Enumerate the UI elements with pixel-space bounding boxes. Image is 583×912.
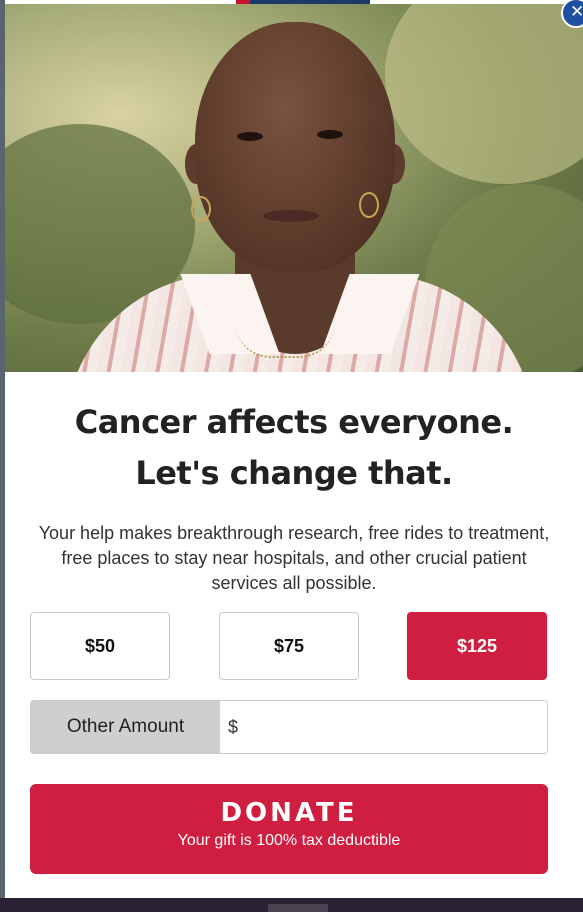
amount-button-50[interactable]: $50 (30, 612, 170, 680)
currency-symbol: $ (228, 716, 239, 737)
other-amount-group: Other Amount $ (30, 700, 548, 754)
donate-sublabel: Your gift is 100% tax deductible (177, 832, 401, 849)
other-amount-label: Other Amount (31, 701, 220, 753)
donation-modal: Cancer affects everyone. Let's change th… (5, 4, 583, 898)
close-icon: ✕ (570, 2, 583, 22)
heading-line-1: Cancer affects everyone. (74, 403, 514, 441)
background-tab (268, 904, 328, 912)
heading-line-2: Let's change that. (135, 454, 453, 492)
amount-button-75[interactable]: $75 (219, 612, 359, 680)
other-amount-input[interactable] (242, 701, 547, 753)
modal-description: Your help makes breakthrough research, f… (38, 523, 550, 593)
modal-heading: Cancer affects everyone. Let's change th… (5, 397, 583, 499)
amount-button-125[interactable]: $125 (407, 612, 547, 680)
hero-photo (5, 4, 583, 372)
donate-button[interactable]: DONATE Your gift is 100% tax deductible (30, 784, 548, 874)
background-page-bottom (0, 898, 583, 912)
donate-label: DONATE (220, 798, 358, 828)
other-amount-field[interactable]: $ (220, 701, 547, 753)
